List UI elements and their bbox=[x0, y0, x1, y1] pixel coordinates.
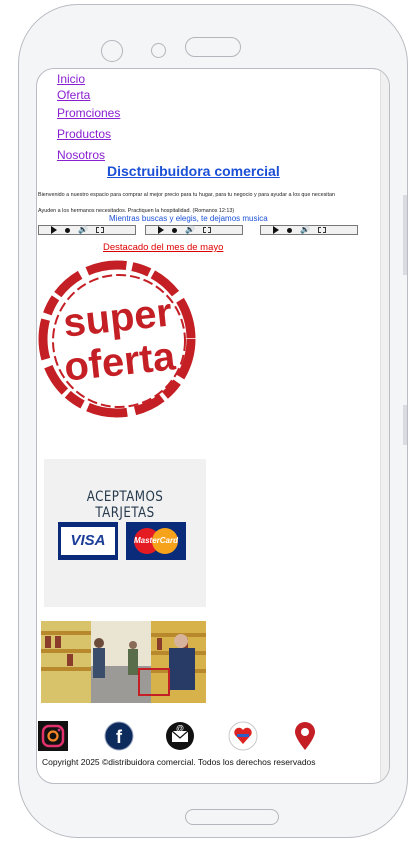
email-icon[interactable]: @ bbox=[165, 721, 195, 751]
super-oferta-stamp: super oferta bbox=[38, 260, 196, 418]
home-button[interactable] bbox=[185, 809, 279, 825]
svg-text:f: f bbox=[116, 727, 123, 747]
cards-title: ACEPTAMOS TARJETAS bbox=[86, 489, 164, 521]
visa-logo: VISA bbox=[58, 522, 118, 560]
record-icon bbox=[172, 227, 177, 233]
fullscreen-icon[interactable] bbox=[202, 227, 211, 233]
instagram-icon[interactable] bbox=[38, 721, 68, 751]
play-icon[interactable] bbox=[273, 226, 279, 234]
location-pin-icon[interactable] bbox=[290, 721, 320, 751]
visa-label: VISA bbox=[61, 527, 115, 555]
facebook-icon[interactable]: f bbox=[104, 721, 134, 751]
nav-link-inicio[interactable]: Inicio bbox=[57, 71, 120, 87]
speaker-grille bbox=[185, 37, 241, 57]
featured-link[interactable]: Destacado del mes de mayo bbox=[103, 242, 223, 253]
fullscreen-icon[interactable] bbox=[95, 227, 104, 233]
svg-text:@: @ bbox=[176, 724, 184, 733]
play-icon[interactable] bbox=[51, 226, 57, 234]
main-nav: Inicio Oferta Promciones Productos Nosot… bbox=[57, 71, 120, 163]
footer-copyright: Copyright 2025 ©distribuidora comercial.… bbox=[42, 757, 316, 767]
power-button[interactable] bbox=[403, 405, 407, 445]
sensor-icon bbox=[151, 43, 166, 58]
volume-icon[interactable]: 🔊 bbox=[300, 226, 310, 234]
nav-link-promociones[interactable]: Promciones bbox=[57, 105, 120, 121]
nav-link-productos[interactable]: Productos bbox=[57, 126, 120, 142]
mastercard-logo: MasterCard bbox=[126, 522, 186, 560]
audio-player[interactable]: 🔊 bbox=[38, 225, 136, 235]
volume-icon[interactable]: 🔊 bbox=[78, 226, 88, 234]
page-title[interactable]: Disctruibuidora comercial bbox=[107, 163, 280, 179]
audio-player[interactable]: 🔊 bbox=[145, 225, 243, 235]
play-icon[interactable] bbox=[158, 226, 164, 234]
heart-icon[interactable] bbox=[228, 721, 258, 751]
mastercard-label: MasterCard bbox=[133, 536, 178, 545]
audio-player[interactable]: 🔊 bbox=[260, 225, 358, 235]
music-caption: Mientras buscas y elegis, te dejamos mus… bbox=[109, 214, 268, 223]
scrollbar[interactable] bbox=[380, 69, 389, 783]
record-icon bbox=[65, 227, 70, 233]
nav-link-nosotros[interactable]: Nosotros bbox=[57, 147, 120, 163]
nav-link-oferta[interactable]: Oferta bbox=[57, 87, 120, 103]
fullscreen-icon[interactable] bbox=[317, 227, 326, 233]
supermarket-photo bbox=[41, 621, 206, 703]
volume-button[interactable] bbox=[403, 195, 407, 275]
accepted-cards-banner: ACEPTAMOS TARJETAS VISA MasterCard bbox=[44, 459, 206, 607]
intro-paragraph: Bienvenido a nuestro espacio para compra… bbox=[38, 192, 335, 198]
front-camera-icon bbox=[101, 40, 123, 62]
record-icon bbox=[287, 227, 292, 233]
volume-icon[interactable]: 🔊 bbox=[185, 226, 195, 234]
browser-viewport: Inicio Oferta Promciones Productos Nosot… bbox=[36, 68, 390, 784]
